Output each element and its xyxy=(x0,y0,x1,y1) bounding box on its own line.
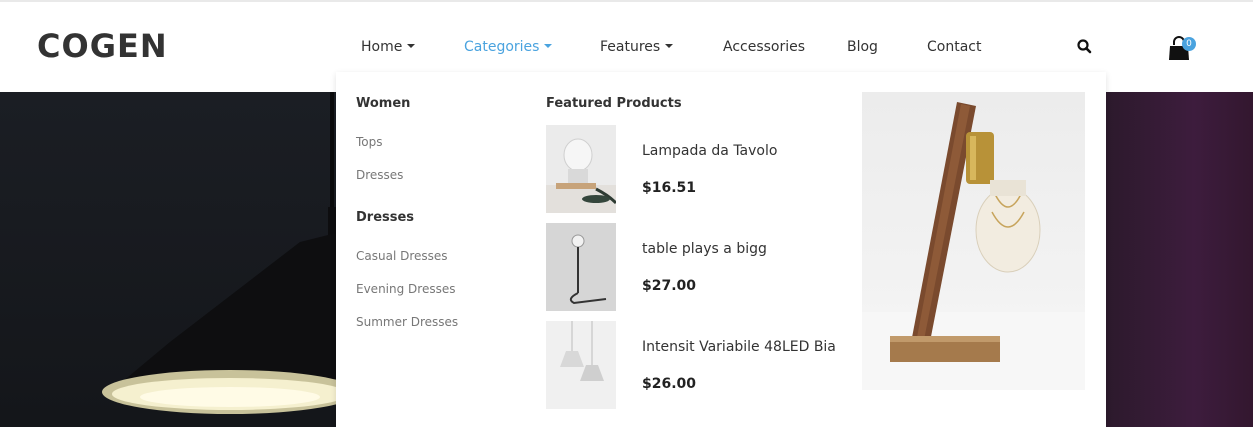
wire-lamp-image xyxy=(569,234,607,305)
caret-down-icon xyxy=(407,44,416,48)
nav-item-blog[interactable]: Blog xyxy=(847,39,878,55)
column-title-women: Women xyxy=(356,96,411,111)
search-icon xyxy=(1077,39,1092,54)
search-button[interactable] xyxy=(1076,38,1094,56)
menu-link-casual-dresses[interactable]: Casual Dresses xyxy=(356,249,448,263)
hero-right-panel xyxy=(1106,92,1253,427)
menu-link-evening-dresses[interactable]: Evening Dresses xyxy=(356,282,455,296)
product-price: $27.00 xyxy=(642,278,697,294)
cart-count-badge: 0 xyxy=(1182,37,1196,51)
cart-button[interactable]: 0 xyxy=(1167,34,1201,62)
site-logo[interactable]: COGEN xyxy=(37,28,168,64)
menu-link-tops[interactable]: Tops xyxy=(356,135,383,149)
nav-item-label: Accessories xyxy=(723,39,806,55)
nav-item-categories[interactable]: Categories xyxy=(464,39,553,55)
nav-item-label: Blog xyxy=(847,39,878,55)
product-name[interactable]: Lampada da Tavolo xyxy=(642,143,777,159)
nav-item-accessories[interactable]: Accessories xyxy=(723,39,805,55)
featured-lamp-image[interactable] xyxy=(862,92,1085,390)
column-title-dresses: Dresses xyxy=(356,210,415,225)
pendant-lamp-image xyxy=(102,92,340,414)
product-price: $16.51 xyxy=(642,180,697,196)
nav-item-features[interactable]: Features xyxy=(600,39,674,55)
caret-down-icon xyxy=(544,44,553,48)
nav-item-home[interactable]: Home xyxy=(361,39,416,55)
product-thumbnail[interactable] xyxy=(546,321,616,409)
menu-link-summer-dresses[interactable]: Summer Dresses xyxy=(356,315,458,329)
product-thumbnail[interactable] xyxy=(546,125,616,213)
nav-item-label: Categories xyxy=(464,39,540,55)
product-name[interactable]: Intensit Variabile 48LED Bia xyxy=(642,339,836,355)
menu-link-dresses[interactable]: Dresses xyxy=(356,168,403,182)
pendant-lights-image xyxy=(560,321,604,381)
product-thumbnail[interactable] xyxy=(546,223,616,311)
product-name[interactable]: table plays a bigg xyxy=(642,241,767,257)
column-title-featured-products: Featured Products xyxy=(546,96,682,111)
caret-down-icon xyxy=(665,44,674,48)
wooden-lamp-image xyxy=(862,102,1085,390)
nav-item-contact[interactable]: Contact xyxy=(927,39,981,55)
nav-item-label: Features xyxy=(600,39,661,55)
product-price: $26.00 xyxy=(642,376,697,392)
glass-lamp-image xyxy=(546,138,616,213)
categories-mega-menu: Women Tops Dresses Dresses Casual Dresse… xyxy=(336,72,1106,427)
nav-item-label: Contact xyxy=(927,39,982,55)
nav-item-label: Home xyxy=(361,39,403,55)
